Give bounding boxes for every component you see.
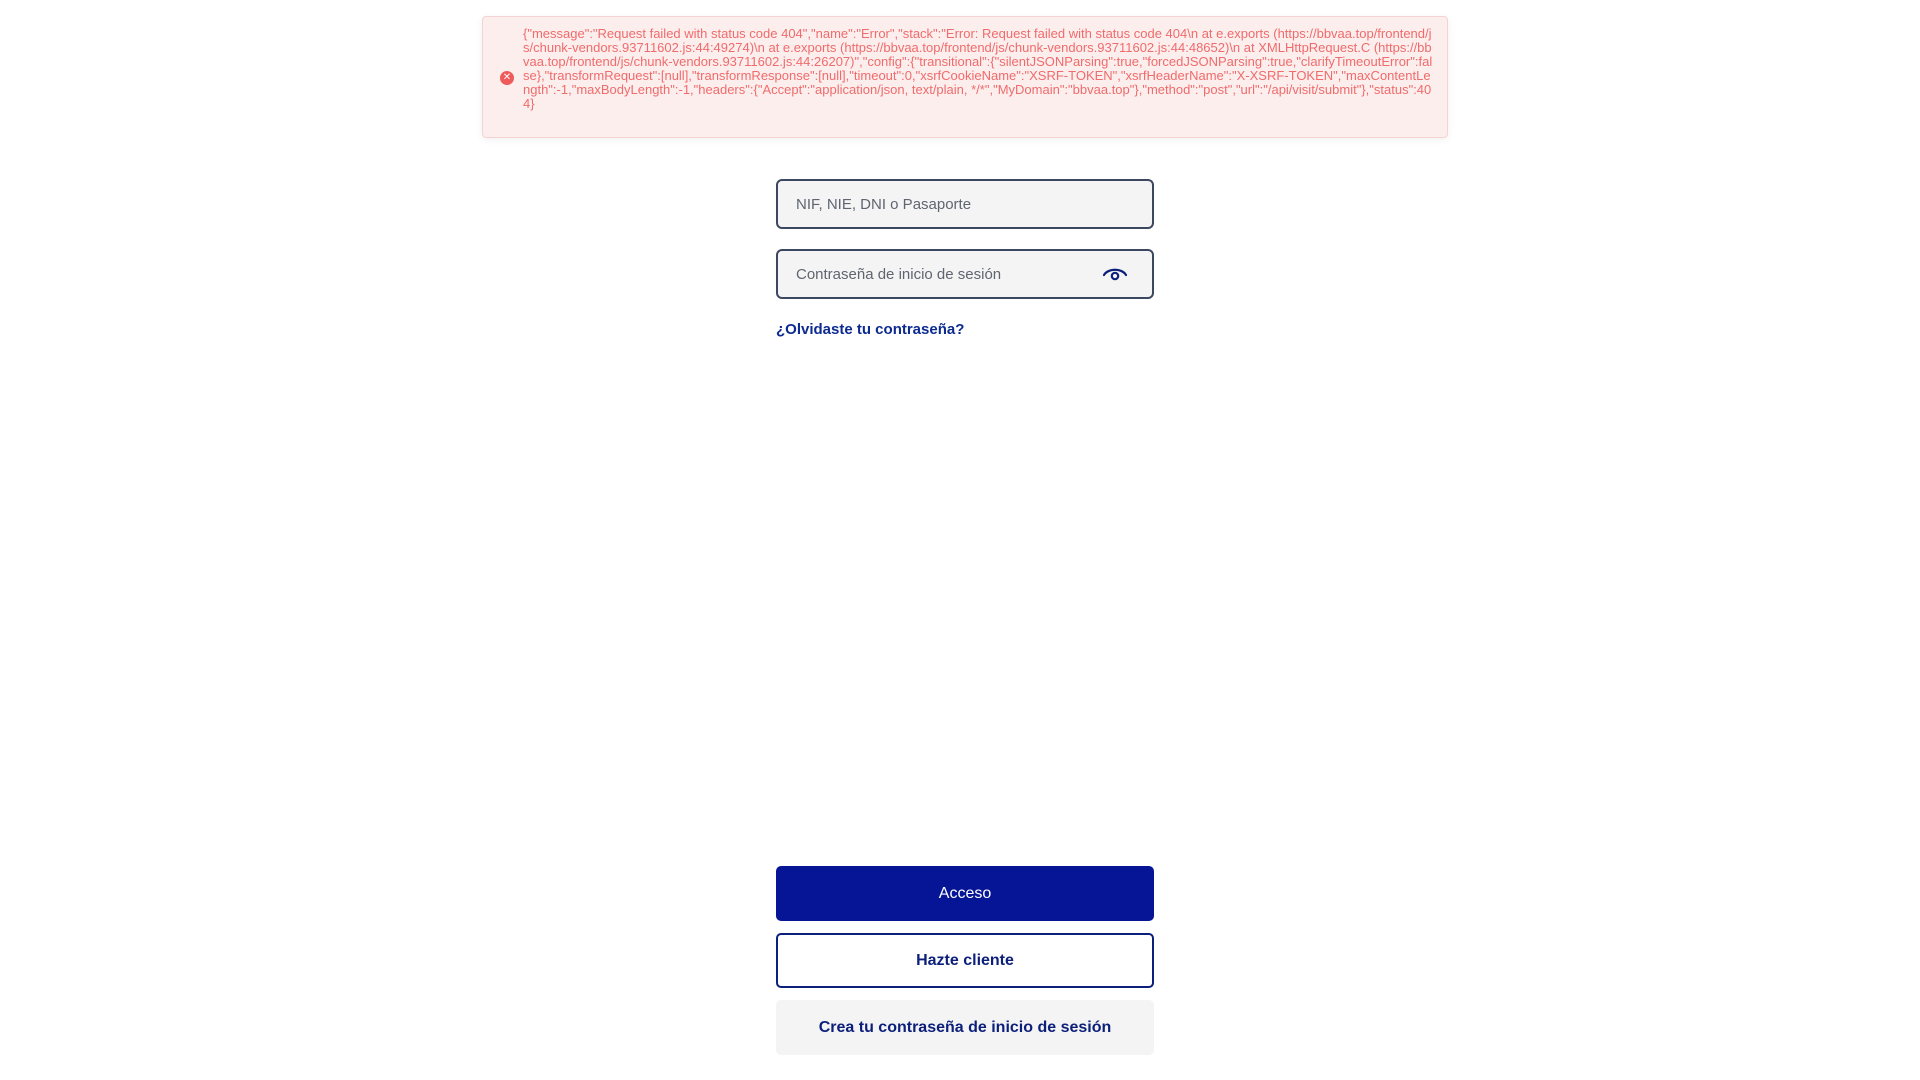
login-page: ✕ {"message":"Request failed with status…	[0, 0, 1920, 1080]
become-client-button[interactable]: Hazte cliente	[776, 933, 1154, 988]
access-button[interactable]: Acceso	[776, 866, 1154, 921]
create-password-button[interactable]: Crea tu contraseña de inicio de sesión	[776, 1000, 1154, 1055]
forgot-password-link[interactable]: ¿Olvidaste tu contraseña?	[776, 321, 964, 338]
user-id-field[interactable]	[776, 179, 1154, 229]
error-circle-icon: ✕	[500, 71, 514, 85]
error-message: {"message":"Request failed with status c…	[523, 26, 1433, 111]
error-banner: ✕ {"message":"Request failed with status…	[482, 16, 1448, 138]
eye-icon[interactable]	[1102, 263, 1128, 285]
user-id-input[interactable]	[778, 181, 1152, 227]
password-input[interactable]	[778, 251, 1152, 297]
password-field[interactable]	[776, 249, 1154, 299]
